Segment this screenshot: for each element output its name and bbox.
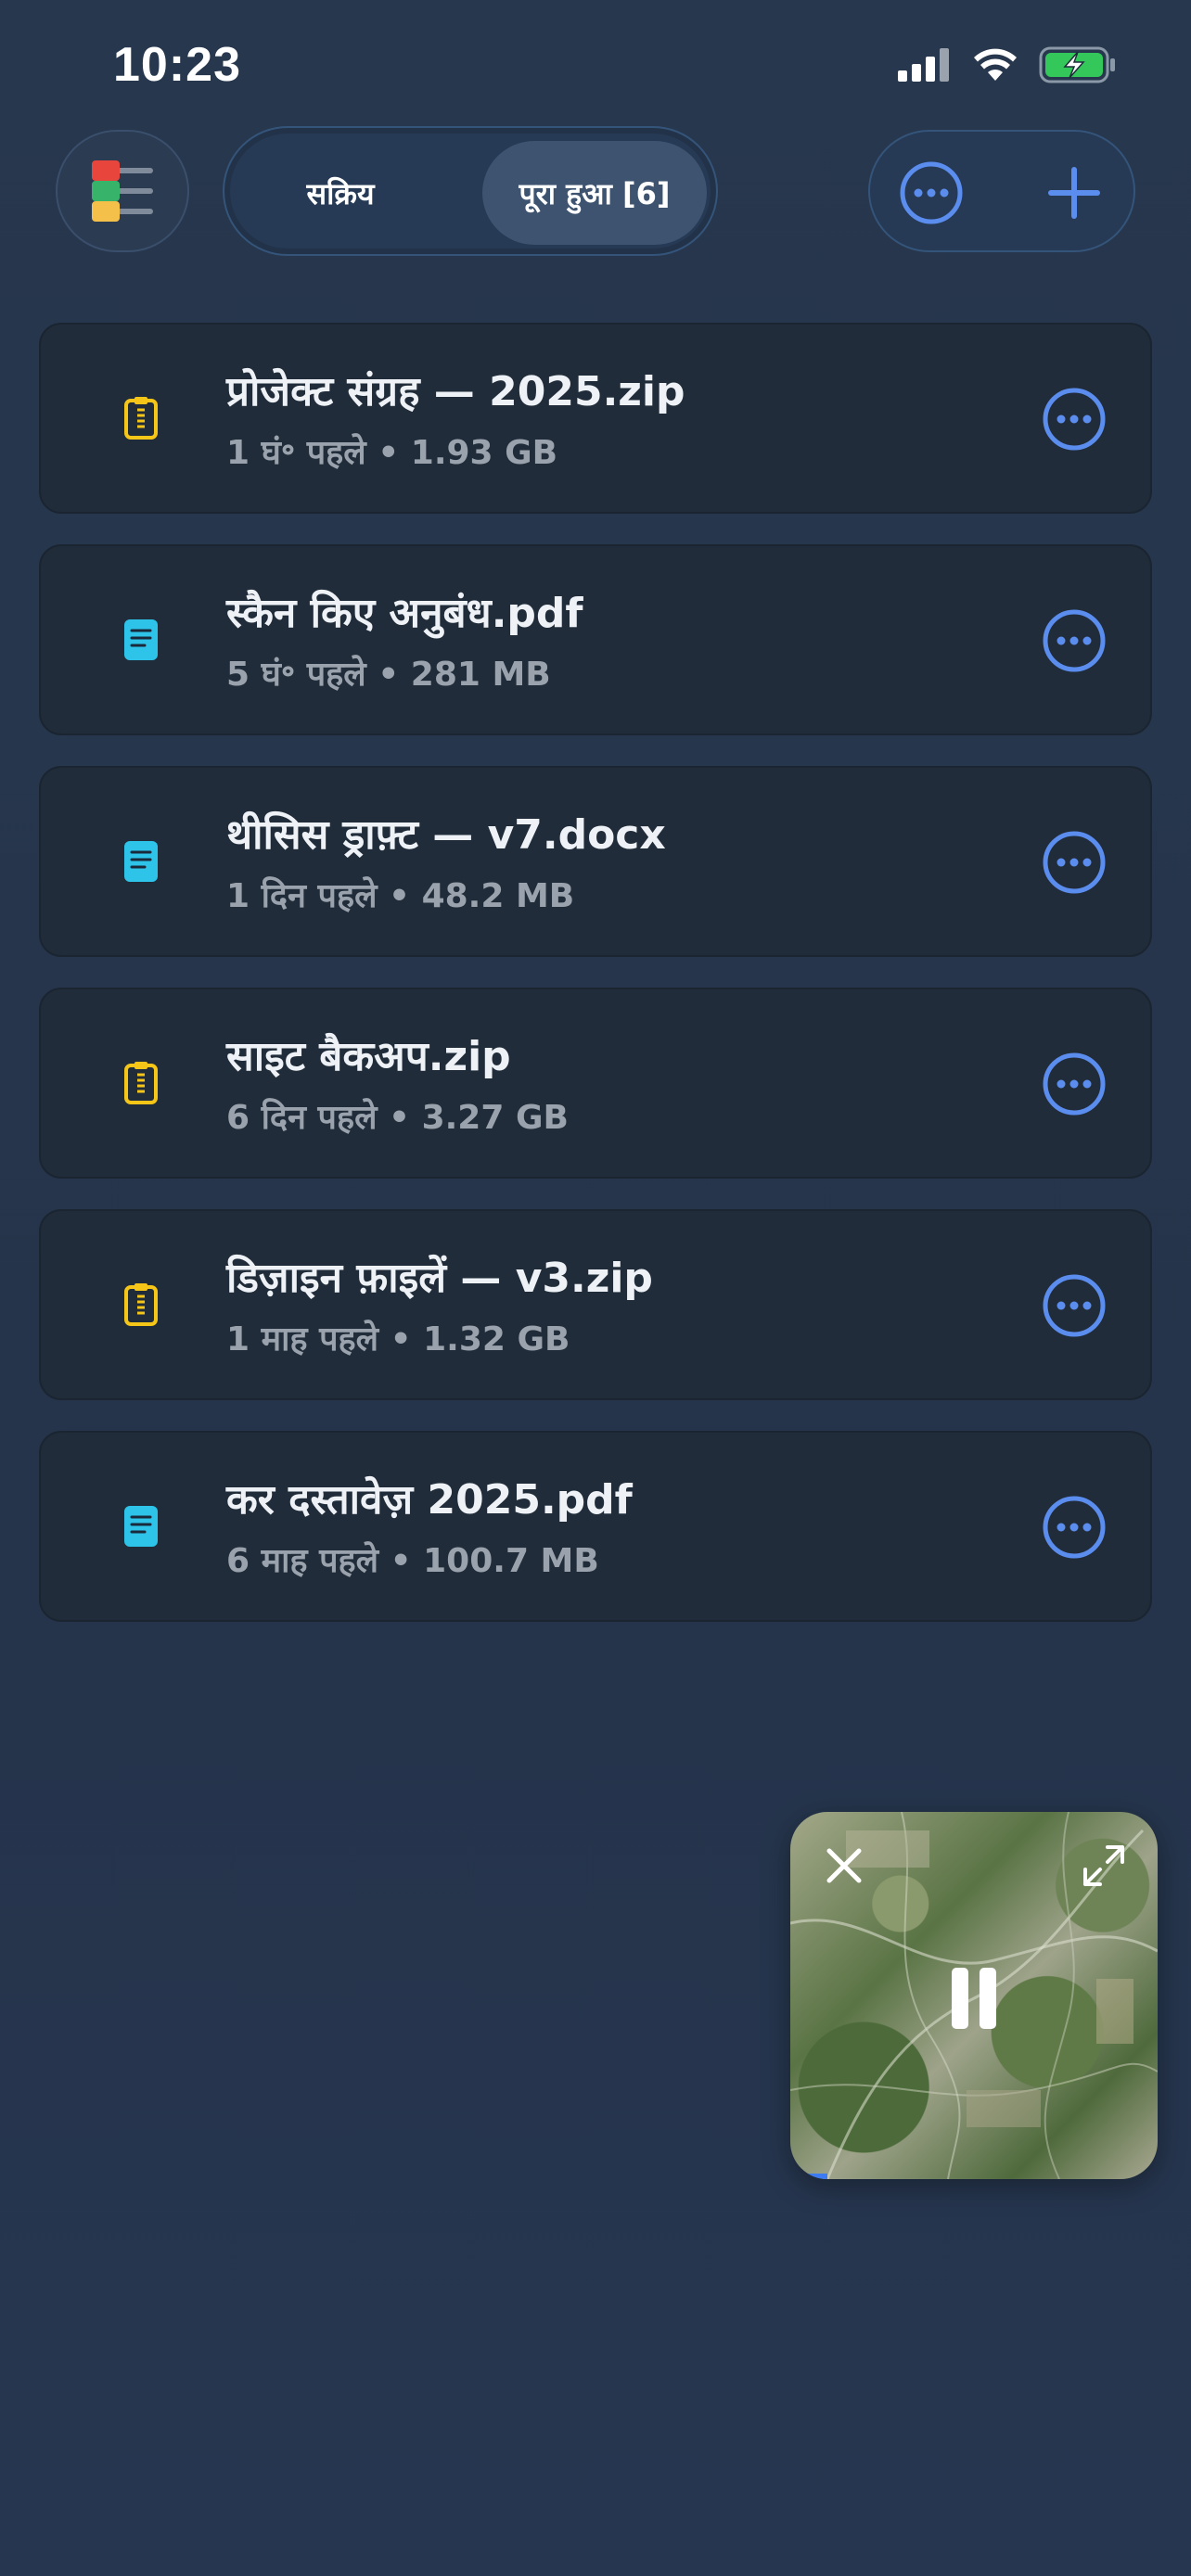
more-circle-icon[interactable] bbox=[1041, 1272, 1108, 1339]
more-circle-icon[interactable] bbox=[1041, 1494, 1108, 1561]
status-bar: 10:23 bbox=[0, 0, 1191, 130]
tab-completed-label: पूरा हुआ [6] bbox=[519, 175, 671, 211]
status-segmented-control: सक्रिय पूरा हुआ [6] bbox=[223, 126, 718, 256]
expand-icon[interactable] bbox=[1078, 1840, 1130, 1892]
file-card[interactable]: डिज़ाइन फ़ाइलें — v3.zip 1 माह पहले • 1.… bbox=[39, 1209, 1152, 1400]
file-meta: 6 माह पहले • 100.7 MB bbox=[226, 1542, 599, 1580]
file-meta: 1 घं॰ पहले • 1.93 GB bbox=[226, 434, 558, 472]
file-name: थीसिस ड्राफ़्ट — v7.docx bbox=[226, 811, 666, 859]
more-circle-icon[interactable] bbox=[1041, 607, 1108, 674]
document-icon bbox=[124, 841, 158, 882]
file-card[interactable]: थीसिस ड्राफ़्ट — v7.docx 1 दिन पहले • 48… bbox=[39, 766, 1152, 957]
file-name: डिज़ाइन फ़ाइलें — v3.zip bbox=[226, 1255, 653, 1302]
header-actions bbox=[868, 130, 1135, 252]
file-meta: 1 माह पहले • 1.32 GB bbox=[226, 1320, 570, 1358]
menu-button[interactable] bbox=[56, 130, 189, 252]
more-circle-icon[interactable] bbox=[1041, 386, 1108, 453]
more-circle-icon[interactable] bbox=[1041, 1051, 1108, 1117]
tab-active[interactable]: सक्रिय bbox=[243, 141, 438, 245]
plus-icon bbox=[1048, 167, 1100, 219]
file-name: साइट बैकअप.zip bbox=[226, 1033, 511, 1080]
tab-active-label: सक्रिय bbox=[306, 175, 375, 211]
document-icon bbox=[124, 619, 158, 660]
zip-file-icon bbox=[124, 1062, 158, 1104]
zip-file-icon bbox=[124, 1283, 158, 1326]
mini-player[interactable] bbox=[790, 1812, 1158, 2179]
battery-charging-icon bbox=[1039, 46, 1115, 83]
file-card[interactable]: साइट बैकअप.zip 6 दिन पहले • 3.27 GB bbox=[39, 988, 1152, 1179]
file-card[interactable]: कर दस्तावेज़ 2025.pdf 6 माह पहले • 100.7… bbox=[39, 1431, 1152, 1622]
more-circle-icon[interactable] bbox=[1041, 829, 1108, 896]
tab-completed[interactable]: पूरा हुआ [6] bbox=[482, 141, 707, 245]
add-button[interactable] bbox=[1037, 156, 1111, 230]
status-icons bbox=[898, 46, 1117, 83]
file-card[interactable]: स्कैन किए अनुबंध.pdf 5 घं॰ पहले • 281 MB bbox=[39, 544, 1152, 735]
file-list: प्रोजेक्ट संग्रह — 2025.zip 1 घं॰ पहले •… bbox=[39, 323, 1152, 1652]
more-options-button[interactable] bbox=[894, 156, 968, 230]
file-name: कर दस्तावेज़ 2025.pdf bbox=[226, 1476, 633, 1524]
cellular-signal-icon bbox=[898, 48, 949, 82]
file-meta: 6 दिन पहले • 3.27 GB bbox=[226, 1099, 569, 1137]
close-icon[interactable] bbox=[818, 1840, 870, 1892]
file-meta: 1 दिन पहले • 48.2 MB bbox=[226, 877, 575, 915]
document-icon bbox=[124, 1506, 158, 1547]
file-meta: 5 घं॰ पहले • 281 MB bbox=[226, 656, 551, 694]
playback-progress-bar[interactable] bbox=[790, 2174, 827, 2179]
zip-file-icon bbox=[124, 397, 158, 440]
file-name: प्रोजेक्ट संग्रह — 2025.zip bbox=[226, 368, 685, 415]
file-card[interactable]: प्रोजेक्ट संग्रह — 2025.zip 1 घं॰ पहले •… bbox=[39, 323, 1152, 514]
pause-icon[interactable] bbox=[946, 1966, 1002, 2031]
more-circle-icon bbox=[900, 161, 963, 224]
wifi-icon bbox=[974, 48, 1017, 81]
list-color-icon bbox=[92, 160, 153, 222]
status-time: 10:23 bbox=[113, 38, 241, 92]
file-name: स्कैन किए अनुबंध.pdf bbox=[226, 590, 583, 637]
screen: 10:23 सक्रिय पूरा हुआ [6] प्रोजेक्ट संग्… bbox=[0, 0, 1191, 2576]
